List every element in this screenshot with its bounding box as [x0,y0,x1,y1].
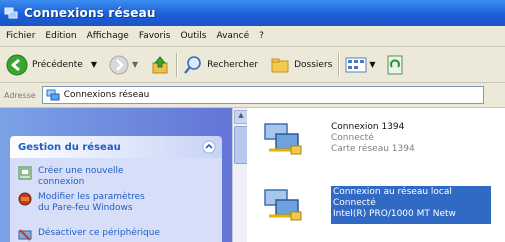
menu-outils[interactable]: Outils [180,31,206,41]
menu-avance[interactable]: Avancé [216,31,249,41]
address-value: Connexions réseau [63,90,150,100]
collapse-chevron-icon[interactable] [202,140,216,154]
connection-device: Intel(R) PRO/1000 MT Netw [333,209,456,219]
menu-bar: Fichier Edition Affichage Favoris Outils… [0,26,505,47]
forward-button[interactable]: ▼ [109,55,138,75]
new-connection-icon [18,166,32,180]
menu-affichage[interactable]: Affichage [87,31,129,41]
menu-help[interactable]: ? [259,31,264,41]
up-folder-button[interactable] [150,55,170,75]
connection-name: Connexion au réseau local [333,187,452,197]
connection-name: Connexion 1394 [331,122,405,132]
disable-device-icon [18,229,32,241]
toolbar-separator [338,52,340,77]
back-button-label: Précédente [32,59,83,70]
window-title: Connexions réseau [24,6,156,20]
views-icon [345,57,367,72]
menu-edition[interactable]: Edition [45,31,76,41]
network-connection-icon [264,189,302,221]
task-disable-device[interactable]: Désactiver ce périphérique [10,228,222,242]
scroll-up-button[interactable]: ▲ [234,110,248,124]
network-connection-icon [264,123,302,155]
connection-device: Carte réseau 1394 [331,144,415,154]
toolbar: Précédente ▼ ▼ Rechercher Dossiers ▼ [0,47,505,83]
connection-text: Connexion au réseau local Connecté Intel… [331,186,491,224]
task-label: Désactiver ce périphérique [38,228,160,238]
folders-button-label: Dossiers [294,59,333,70]
folders-icon [271,58,289,72]
address-label: Adresse [4,90,36,100]
back-button[interactable]: Précédente ▼ [6,54,97,76]
connection-item[interactable]: Connexion 1394 Connecté Carte réseau 139… [261,120,415,158]
connection-text: Connexion 1394 Connecté Carte réseau 139… [331,122,415,158]
connection-status: Connecté [331,133,374,143]
connections-list: Connexion 1394 Connecté Carte réseau 139… [247,108,505,242]
forward-arrow-icon [109,55,129,74]
search-icon [184,55,201,74]
up-folder-icon [152,55,168,73]
refresh-button[interactable] [386,55,404,75]
firewall-icon [18,192,32,206]
network-tasks-header[interactable]: Gestion du réseau [10,136,222,158]
menu-favoris[interactable]: Favoris [139,31,171,41]
task-create-connection[interactable]: Créer une nouvelle connexion [10,166,222,188]
network-tasks-list: Créer une nouvelle connexion Modifier le… [10,158,222,242]
forward-dropdown-icon[interactable]: ▼ [132,60,138,69]
search-button-label: Rechercher [207,59,259,70]
explorer-window: Connexions réseau Fichier Edition Affich… [0,0,505,242]
views-button[interactable]: ▼ [345,56,376,74]
address-input[interactable]: Connexions réseau [41,86,484,104]
network-folder-icon [46,89,60,101]
task-label: Créer une nouvelle connexion [38,166,124,187]
task-pane-scrollbar[interactable]: ▲ [232,108,248,242]
toolbar-separator [176,52,178,77]
task-pane: Gestion du réseau Créer une nouvelle con… [0,108,232,242]
back-arrow-icon [6,54,28,75]
connection-status: Connecté [333,198,376,208]
scroll-thumb[interactable] [234,126,248,164]
network-connections-icon [4,7,18,19]
task-firewall-settings[interactable]: Modifier les paramètres du Pare-feu Wind… [10,192,222,214]
title-bar[interactable]: Connexions réseau [0,0,505,26]
network-tasks-title: Gestion du réseau [18,141,121,153]
task-label: Modifier les paramètres du Pare-feu Wind… [38,192,145,213]
folders-button[interactable]: Dossiers [270,56,332,74]
views-dropdown-icon[interactable]: ▼ [369,60,375,69]
search-button[interactable]: Rechercher [183,55,258,75]
menu-fichier[interactable]: Fichier [6,31,35,41]
address-bar: Adresse Connexions réseau [0,83,505,108]
back-dropdown-icon[interactable]: ▼ [91,60,97,69]
refresh-icon [387,55,403,74]
connection-item-selected[interactable]: Connexion au réseau local Connecté Intel… [261,186,491,224]
